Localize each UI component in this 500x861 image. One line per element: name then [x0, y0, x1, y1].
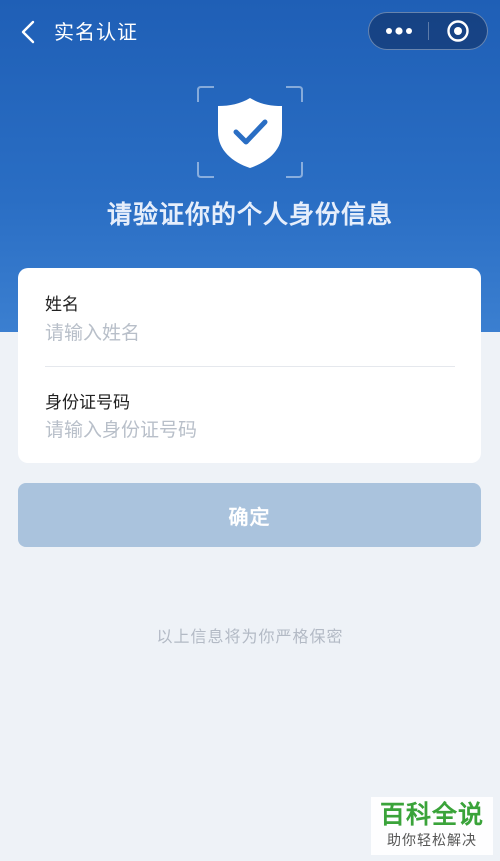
close-mini-program-button[interactable] — [429, 13, 487, 49]
navigation-bar: 实名认证 — [0, 0, 500, 64]
more-button[interactable] — [369, 13, 429, 49]
confirm-button[interactable]: 确定 — [18, 483, 481, 547]
back-button[interactable] — [14, 16, 42, 48]
name-input[interactable] — [45, 318, 455, 348]
page-title: 实名认证 — [54, 20, 138, 44]
field-divider — [45, 366, 455, 367]
privacy-note: 以上信息将为你严格保密 — [156, 627, 344, 646]
target-close-icon — [447, 20, 469, 42]
shield-check-icon — [194, 84, 306, 180]
verification-headline: 请验证你的个人身份信息 — [106, 200, 393, 229]
name-label: 姓名 — [45, 295, 79, 315]
watermark-logo: 百科全说 助你轻松解决 — [371, 797, 493, 855]
id-number-label: 身份证号码 — [45, 393, 130, 413]
watermark-subtitle: 助你轻松解决 — [387, 833, 477, 849]
watermark-title: 百科全说 — [379, 800, 484, 829]
identity-form-card: 姓名 身份证号码 — [18, 268, 481, 463]
chevron-left-icon — [21, 20, 35, 44]
mini-program-capsule — [368, 12, 488, 50]
id-number-input[interactable] — [45, 415, 455, 445]
more-dots-icon — [386, 27, 412, 35]
